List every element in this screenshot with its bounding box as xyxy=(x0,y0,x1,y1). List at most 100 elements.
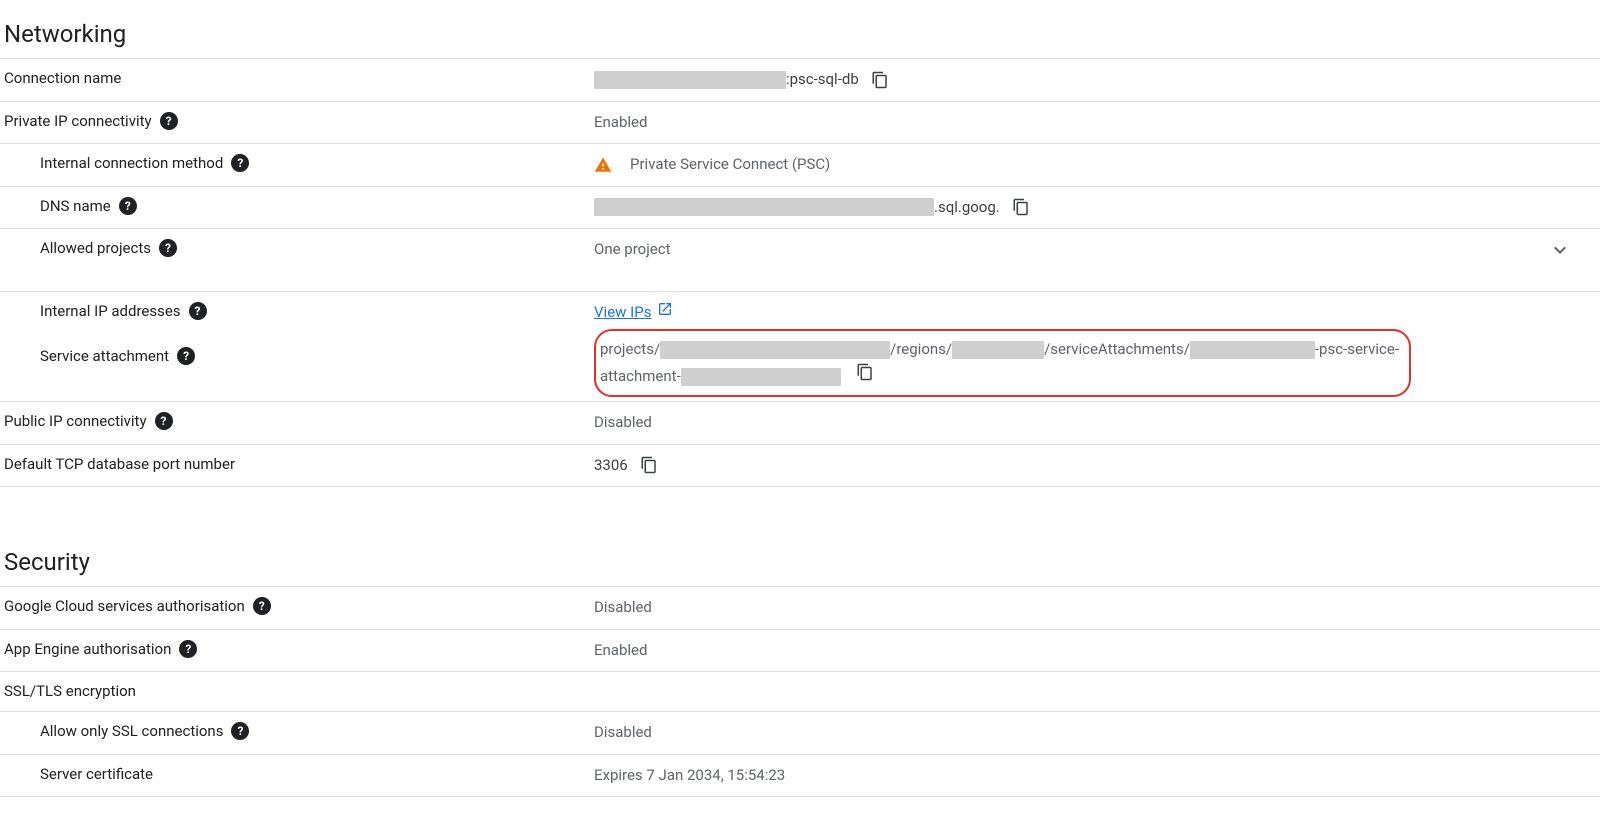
label-text: Private IP connectivity xyxy=(4,112,152,130)
service-attachment-highlight: projects/ /regions/ /serviceAttachments/ -p… xyxy=(594,329,1411,397)
value-text: 3306 xyxy=(594,453,628,479)
label-text: Default TCP database port number xyxy=(4,455,235,473)
section-end xyxy=(0,486,1600,518)
server-cert-label: Server certificate xyxy=(4,763,594,783)
help-icon[interactable]: ? xyxy=(159,239,177,257)
appengine-auth-row: App Engine authorisation ? Enabled xyxy=(0,629,1600,672)
ssltls-row: SSL/TLS encryption xyxy=(0,671,1600,711)
label-text: Server certificate xyxy=(40,765,153,783)
gc-auth-value: Disabled xyxy=(594,595,1596,621)
networking-section: Networking Connection name :psc-sql-db P… xyxy=(0,0,1600,518)
label-text: Google Cloud services authorisation xyxy=(4,597,245,615)
label-text: Allowed projects xyxy=(40,239,151,257)
copy-icon[interactable] xyxy=(856,363,874,381)
value-text-3: /serviceAttachments/ xyxy=(1044,340,1190,358)
help-icon[interactable]: ? xyxy=(155,412,173,430)
value-text: Disabled xyxy=(594,720,652,746)
service-attachment-value: projects/ /regions/ /serviceAttachments/ -p… xyxy=(594,333,1596,393)
label-text: Internal connection method xyxy=(40,154,223,172)
server-cert-value: Expires 7 Jan 2034, 15:54:23 xyxy=(594,763,1596,789)
allow-ssl-label: Allow only SSL connections ? xyxy=(4,720,594,740)
value-text: Expires 7 Jan 2034, 15:54:23 xyxy=(594,763,785,789)
internal-method-row: Internal connection method ? Private Ser… xyxy=(0,143,1600,186)
help-icon[interactable]: ? xyxy=(231,722,249,740)
internal-ip-label: Internal IP addresses ? xyxy=(4,300,594,320)
copy-icon[interactable] xyxy=(1012,198,1030,216)
private-ip-value: Enabled xyxy=(594,110,1596,136)
help-icon[interactable]: ? xyxy=(160,112,178,130)
help-icon[interactable]: ? xyxy=(189,302,207,320)
connection-name-row: Connection name :psc-sql-db xyxy=(0,58,1600,101)
redacted-1 xyxy=(660,341,890,359)
help-icon[interactable]: ? xyxy=(177,347,195,365)
value-text: :psc-sql-db xyxy=(786,67,859,93)
help-icon[interactable]: ? xyxy=(179,640,197,658)
dns-name-label: DNS name ? xyxy=(4,195,594,215)
service-attachment-label: Service attachment ? xyxy=(4,333,594,365)
internal-method-value: Private Service Connect (PSC) xyxy=(594,152,1596,178)
label-text: Service attachment xyxy=(40,347,169,365)
gc-auth-label: Google Cloud services authorisation ? xyxy=(4,595,594,615)
warning-icon xyxy=(594,156,612,174)
dns-name-row: DNS name ? .sql.goog. xyxy=(0,186,1600,229)
value-text: Private Service Connect (PSC) xyxy=(630,152,830,178)
public-ip-label: Public IP connectivity ? xyxy=(4,410,594,430)
security-section: Security Google Cloud services authorisa… xyxy=(0,528,1600,797)
label-text: Allow only SSL connections xyxy=(40,722,223,740)
tcp-port-row: Default TCP database port number 3306 xyxy=(0,444,1600,487)
value-text: Enabled xyxy=(594,638,647,664)
help-icon[interactable]: ? xyxy=(253,597,271,615)
private-ip-row: Private IP connectivity ? Enabled xyxy=(0,101,1600,144)
internal-method-label: Internal connection method ? xyxy=(4,152,594,172)
copy-icon[interactable] xyxy=(640,456,658,474)
gc-auth-row: Google Cloud services authorisation ? Di… xyxy=(0,586,1600,629)
security-title: Security xyxy=(0,528,1600,586)
internal-ip-value: View IPs xyxy=(594,300,1596,326)
public-ip-row: Public IP connectivity ? Disabled xyxy=(0,401,1600,444)
value-text: Enabled xyxy=(594,110,647,136)
public-ip-value: Disabled xyxy=(594,410,1596,436)
value-text-2: /regions/ xyxy=(890,340,952,358)
link-text: View IPs xyxy=(594,300,651,326)
value-text: Disabled xyxy=(594,595,652,621)
label-text: DNS name xyxy=(40,197,111,215)
chevron-down-icon[interactable] xyxy=(1548,238,1572,262)
label-text: Connection name xyxy=(4,69,121,87)
allow-ssl-row: Allow only SSL connections ? Disabled xyxy=(0,711,1600,754)
allowed-projects-label: Allowed projects ? xyxy=(4,237,594,257)
label-text: App Engine authorisation xyxy=(4,640,171,658)
appengine-auth-label: App Engine authorisation ? xyxy=(4,638,594,658)
appengine-auth-value: Enabled xyxy=(594,638,1596,664)
service-attachment-row: Service attachment ? projects/ /regions/ /… xyxy=(0,333,1600,401)
allowed-projects-value: One project xyxy=(594,237,1596,263)
value-text-1: projects/ xyxy=(600,340,660,358)
allowed-projects-row: Allowed projects ? One project xyxy=(0,228,1600,291)
copy-icon[interactable] xyxy=(871,71,889,89)
redacted-2 xyxy=(952,341,1044,359)
dns-name-value: .sql.goog. xyxy=(594,195,1596,221)
redacted-dns xyxy=(594,198,934,216)
networking-title: Networking xyxy=(0,0,1600,58)
value-text: .sql.goog. xyxy=(934,195,1000,221)
label-text: Internal IP addresses xyxy=(40,302,181,320)
label-text: Public IP connectivity xyxy=(4,412,147,430)
value-text: One project xyxy=(594,237,671,263)
help-icon[interactable]: ? xyxy=(119,197,137,215)
help-icon[interactable]: ? xyxy=(231,154,249,172)
redacted-project xyxy=(594,71,786,89)
tcp-port-label: Default TCP database port number xyxy=(4,453,594,473)
value-text-4: -psc-service- xyxy=(1315,340,1399,358)
allow-ssl-value: Disabled xyxy=(594,720,1596,746)
value-text-5: attachment- xyxy=(600,367,681,385)
redacted-3 xyxy=(1190,341,1315,359)
section-end-border xyxy=(0,796,1600,797)
private-ip-label: Private IP connectivity ? xyxy=(4,110,594,130)
redacted-4 xyxy=(681,368,841,386)
external-link-icon xyxy=(657,300,673,326)
internal-ip-row: Internal IP addresses ? View IPs xyxy=(0,291,1600,334)
connection-name-label: Connection name xyxy=(4,67,594,87)
value-text: Disabled xyxy=(594,410,652,436)
server-cert-row: Server certificate Expires 7 Jan 2034, 1… xyxy=(0,754,1600,797)
label-text: SSL/TLS encryption xyxy=(4,682,136,700)
view-ips-link[interactable]: View IPs xyxy=(594,300,673,326)
